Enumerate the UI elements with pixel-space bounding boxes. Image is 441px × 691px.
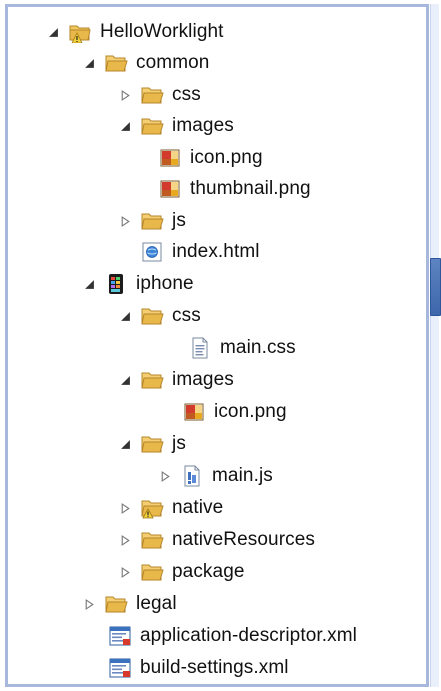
collapse-toggle-icon[interactable] xyxy=(118,565,132,579)
tree-item-label: application-descriptor.xml xyxy=(140,625,357,646)
collapse-toggle-icon[interactable] xyxy=(118,214,132,228)
tree-item-icon-png[interactable]: icon.png xyxy=(0,397,441,427)
tree-item-label: build-settings.xml xyxy=(140,657,289,678)
folder-open-icon xyxy=(140,115,164,137)
tree-item-label: thumbnail.png xyxy=(190,178,311,199)
expand-toggle-icon[interactable] xyxy=(118,119,132,133)
expand-toggle-icon[interactable] xyxy=(82,56,96,70)
tree-item-main-css[interactable]: main.css xyxy=(0,333,441,363)
folder-open-icon xyxy=(140,433,164,455)
tree-item-application-descriptor-xml[interactable]: application-descriptor.xml xyxy=(0,621,441,651)
tree-item-label: native xyxy=(172,497,224,518)
tree-item-images[interactable]: images xyxy=(0,365,441,395)
tree-item-icon-png[interactable]: icon.png xyxy=(0,143,441,173)
tree-item-label: main.css xyxy=(220,337,296,358)
image-file-icon xyxy=(182,401,206,423)
collapse-toggle-icon[interactable] xyxy=(82,597,96,611)
folder-warning-icon xyxy=(140,497,164,519)
folder-open-icon xyxy=(140,561,164,583)
tree-item-index-html[interactable]: index.html xyxy=(0,237,441,267)
tree-item-label: icon.png xyxy=(190,147,263,168)
expand-toggle-icon[interactable] xyxy=(118,373,132,387)
folder-open-icon xyxy=(140,305,164,327)
tree-item-label: main.js xyxy=(212,465,273,486)
folder-open-icon xyxy=(104,52,128,74)
tree-item-label: css xyxy=(172,305,201,326)
project-tree: HelloWorklight common css images icon.pn… xyxy=(0,0,425,691)
tree-item-label: iphone xyxy=(136,273,194,294)
collapse-toggle-icon[interactable] xyxy=(158,469,172,483)
xml-file-icon xyxy=(108,657,132,679)
tree-item-package[interactable]: package xyxy=(0,557,441,587)
tree-item-js[interactable]: js xyxy=(0,206,441,236)
tree-item-common[interactable]: common xyxy=(0,48,441,78)
tree-item-label: js xyxy=(172,433,186,454)
expand-toggle-icon[interactable] xyxy=(118,437,132,451)
tree-item-label: nativeResources xyxy=(172,529,316,550)
css-file-icon xyxy=(188,337,212,359)
tree-item-label: index.html xyxy=(172,241,260,262)
expand-toggle-icon[interactable] xyxy=(82,277,96,291)
expand-toggle-icon[interactable] xyxy=(118,309,132,323)
tree-item-css[interactable]: css xyxy=(0,301,441,331)
folder-open-icon xyxy=(140,369,164,391)
tree-item-label: legal xyxy=(136,593,177,614)
folder-open-icon xyxy=(140,529,164,551)
tree-item-css[interactable]: css xyxy=(0,80,441,110)
tree-item-build-settings-xml[interactable]: build-settings.xml xyxy=(0,653,441,683)
project-folder-warning-icon xyxy=(68,21,92,43)
tree-item-js[interactable]: js xyxy=(0,429,441,459)
tree-item-main-js[interactable]: main.js xyxy=(0,461,441,491)
collapse-toggle-icon[interactable] xyxy=(118,501,132,515)
folder-open-icon xyxy=(140,210,164,232)
tree-item-thumbnail-png[interactable]: thumbnail.png xyxy=(0,174,441,204)
image-file-icon xyxy=(158,147,182,169)
folder-open-icon xyxy=(104,593,128,615)
tree-item-nativeresources[interactable]: nativeResources xyxy=(0,525,441,555)
js-file-icon xyxy=(180,465,204,487)
tree-item-helloworklight[interactable]: HelloWorklight xyxy=(0,17,441,47)
collapse-toggle-icon[interactable] xyxy=(118,88,132,102)
tree-item-images[interactable]: images xyxy=(0,111,441,141)
tree-item-label: images xyxy=(172,115,234,136)
tree-item-label: images xyxy=(172,369,234,390)
tree-item-label: js xyxy=(172,210,186,231)
tree-item-label: package xyxy=(172,561,245,582)
tree-item-native[interactable]: native xyxy=(0,493,441,523)
tree-item-label: icon.png xyxy=(214,401,287,422)
html-file-icon xyxy=(140,241,164,263)
iphone-environment-icon xyxy=(104,273,128,295)
tree-item-label: common xyxy=(136,52,210,73)
image-file-icon xyxy=(158,178,182,200)
expand-toggle-icon[interactable] xyxy=(46,25,60,39)
tree-item-iphone[interactable]: iphone xyxy=(0,269,441,299)
collapse-toggle-icon[interactable] xyxy=(118,533,132,547)
tree-item-legal[interactable]: legal xyxy=(0,589,441,619)
tree-item-label: HelloWorklight xyxy=(100,21,224,42)
tree-item-label: css xyxy=(172,84,201,105)
folder-open-icon xyxy=(140,84,164,106)
xml-file-icon xyxy=(108,625,132,647)
